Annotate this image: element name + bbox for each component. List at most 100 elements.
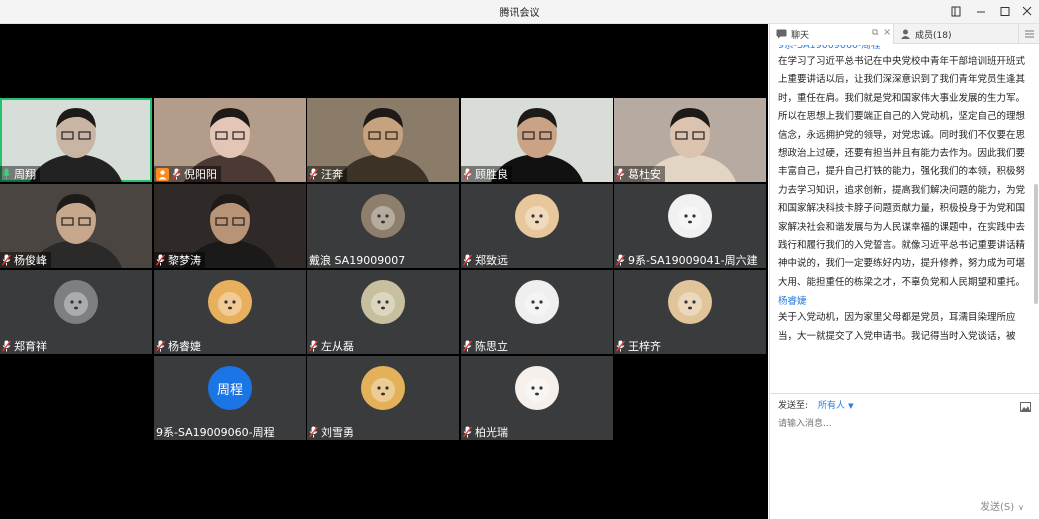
participant-tile[interactable]: 汪奔 xyxy=(307,98,459,182)
avatar xyxy=(361,366,405,410)
meeting-window: 腾讯会议 周翔 倪阳阳 汪奔 顾胜良 葛杜安杨俊峰 黎梦涛 戴浪 SA19009007 郑致远… xyxy=(0,0,1039,519)
panel-menu-icon[interactable] xyxy=(1018,24,1039,44)
participant-tile[interactable]: 葛杜安 xyxy=(614,98,766,182)
participant-tile[interactable]: 周翔 xyxy=(0,98,152,182)
side-panel: 聊天 ⧉ × 成员(18) 9系-SA19009060-周程 在学习了习近平总书… xyxy=(769,24,1039,519)
participant-tile[interactable]: 倪阳阳 xyxy=(154,98,306,182)
participant-name: 陈思立 xyxy=(475,340,508,353)
message-input[interactable] xyxy=(778,416,1028,486)
mic-muted-icon xyxy=(463,340,472,352)
image-icon[interactable] xyxy=(1020,397,1031,416)
participant-name-bar: 9系-SA19009041-周六建 xyxy=(614,252,762,268)
participant-name: 倪阳阳 xyxy=(184,168,217,181)
participant-name-bar: 汪奔 xyxy=(307,166,347,182)
participant-name: 杨俊峰 xyxy=(14,254,47,267)
avatar xyxy=(208,280,252,324)
participant-tile[interactable]: 戴浪 SA19009007 xyxy=(307,184,459,268)
avatar xyxy=(668,194,712,238)
participant-name-bar: 杨俊峰 xyxy=(0,252,51,268)
avatar xyxy=(668,280,712,324)
minimize-icon[interactable] xyxy=(970,0,992,24)
participant-name: 9系-SA19009060-周程 xyxy=(156,426,275,439)
participant-name-bar: 黎梦涛 xyxy=(154,252,205,268)
send-to-selector[interactable]: 发送至: 所有人 ▼ xyxy=(778,398,853,411)
send-to-target: 所有人 xyxy=(818,401,846,411)
mic-muted-icon xyxy=(463,254,472,266)
participant-name-bar: 陈思立 xyxy=(461,338,512,354)
participant-tile[interactable]: 陈思立 xyxy=(461,270,613,354)
avatar-initials: 周程 xyxy=(216,382,243,398)
send-to-label: 发送至: xyxy=(778,401,809,411)
participant-name: 柏光瑞 xyxy=(475,426,508,439)
avatar xyxy=(361,194,405,238)
participant-name: 杨睿婕 xyxy=(168,340,201,353)
close-icon[interactable] xyxy=(1016,0,1038,24)
participant-name-bar: 9系-SA19009060-周程 xyxy=(154,424,279,440)
tab-members[interactable]: 成员(18) xyxy=(894,24,1018,44)
participant-name-bar: 王梓齐 xyxy=(614,338,665,354)
avatar xyxy=(361,280,405,324)
participant-tile[interactable]: 刘雪勇 xyxy=(307,356,459,440)
participant-tile[interactable]: 左从磊 xyxy=(307,270,459,354)
participant-name-bar: 戴浪 SA19009007 xyxy=(307,252,409,268)
avatar: 周程 xyxy=(208,366,252,410)
participant-name-bar: 郑致远 xyxy=(461,252,512,268)
tab-members-label: 成员(18) xyxy=(915,30,952,41)
participant-name-bar: 倪阳阳 xyxy=(154,166,221,182)
participant-tile[interactable]: 杨睿婕 xyxy=(154,270,306,354)
host-icon xyxy=(156,167,169,181)
participant-tile[interactable]: 柏光瑞 xyxy=(461,356,613,440)
panel-tabs: 聊天 ⧉ × 成员(18) xyxy=(770,24,1039,44)
participant-name: 王梓齐 xyxy=(628,340,661,353)
avatar xyxy=(515,194,559,238)
mic-on-icon xyxy=(2,168,11,180)
tab-chat-label: 聊天 xyxy=(791,30,810,41)
mic-muted-icon xyxy=(309,426,318,438)
mic-muted-icon xyxy=(2,254,11,266)
participant-name-bar: 郑育祥 xyxy=(0,338,51,354)
participant-name: 左从磊 xyxy=(321,340,354,353)
participant-name: 戴浪 SA19009007 xyxy=(309,254,406,267)
window-title: 腾讯会议 xyxy=(499,8,540,19)
participant-tile[interactable]: 郑致远 xyxy=(461,184,613,268)
participant-name: 黎梦涛 xyxy=(168,254,201,267)
participant-tile[interactable]: 黎梦涛 xyxy=(154,184,306,268)
video-grid: 周翔 倪阳阳 汪奔 顾胜良 葛杜安杨俊峰 黎梦涛 戴浪 SA19009007 郑致远 9系-SA… xyxy=(0,24,768,519)
tab-close-icon[interactable]: × xyxy=(883,27,891,38)
maximize-icon[interactable] xyxy=(994,0,1016,24)
participant-name: 汪奔 xyxy=(321,168,343,181)
participant-name: 郑育祥 xyxy=(14,340,47,353)
participant-name-bar: 顾胜良 xyxy=(461,166,512,182)
mic-muted-icon xyxy=(172,168,181,180)
chat-messages[interactable]: 9系-SA19009060-周程 在学习了习近平总书记在中央党校中青年干部培训班… xyxy=(770,45,1032,393)
send-button[interactable]: 发送(S) ∨ xyxy=(980,498,1034,516)
chat-icon xyxy=(776,29,787,39)
avatar xyxy=(54,280,98,324)
participant-tile[interactable]: 杨俊峰 xyxy=(0,184,152,268)
participant-name-bar: 葛杜安 xyxy=(614,166,665,182)
participant-tile[interactable]: 顾胜良 xyxy=(461,98,613,182)
participant-name-bar: 刘雪勇 xyxy=(307,424,358,440)
participant-tile[interactable]: 郑育祥 xyxy=(0,270,152,354)
popout-icon[interactable]: ⧉ xyxy=(872,28,878,38)
participant-name-bar: 周翔 xyxy=(0,166,40,182)
pin-icon[interactable] xyxy=(945,0,967,24)
participant-tile[interactable]: 9系-SA19009041-周六建 xyxy=(614,184,766,268)
participant-name-bar: 杨睿婕 xyxy=(154,338,205,354)
mic-muted-icon xyxy=(616,254,625,266)
mic-muted-icon xyxy=(616,168,625,180)
mic-muted-icon xyxy=(156,254,165,266)
members-icon xyxy=(901,29,910,39)
chat-scrollbar[interactable] xyxy=(1034,184,1038,304)
participant-name-bar: 左从磊 xyxy=(307,338,358,354)
message-text: 关于入党动机，因为家里父母都是党员，耳濡目染理所应当，大一就提交了入党申请书。我… xyxy=(778,312,1016,342)
participant-tile[interactable]: 周程 9系-SA19009060-周程 xyxy=(154,356,306,440)
participant-tile[interactable]: 王梓齐 xyxy=(614,270,766,354)
message-sender: 9系-SA19009060-周程 xyxy=(778,45,881,51)
tab-chat[interactable]: 聊天 ⧉ × xyxy=(770,24,894,44)
chevron-down-icon: ∨ xyxy=(1018,503,1025,512)
participant-name: 刘雪勇 xyxy=(321,426,354,439)
send-button-label: 发送(S) xyxy=(980,502,1015,513)
mic-muted-icon xyxy=(463,168,472,180)
participant-name: 9系-SA19009041-周六建 xyxy=(628,254,758,267)
